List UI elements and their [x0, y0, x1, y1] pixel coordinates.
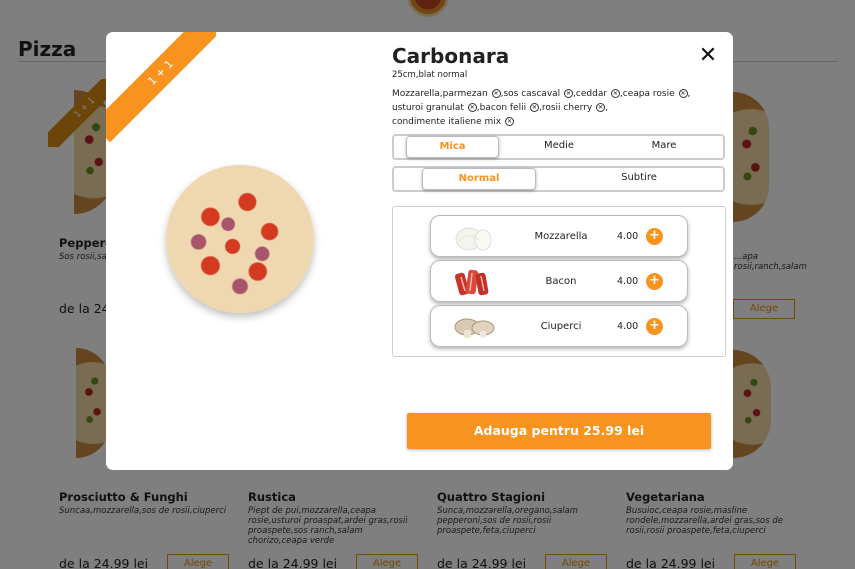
add-extra-icon[interactable]: +	[646, 273, 663, 290]
ingredient-chip[interactable]: bacon felii ✕,	[480, 103, 542, 113]
ingredient-chip[interactable]: Mozzarella,	[392, 89, 443, 99]
ingredient-chip[interactable]: ceddar ✕,	[576, 89, 623, 99]
size-option-mare[interactable]: Mare	[619, 136, 709, 158]
remove-ingredient-icon[interactable]: ✕	[491, 89, 501, 98]
size-selector: Mica Medie Mare	[392, 134, 725, 160]
ingredient-list: Mozzarella,parmezan ✕ ,sos cascaval ✕ ,ced…	[392, 87, 712, 129]
ingredient-label: ceapa rosie	[622, 89, 675, 99]
product-subtitle: 25cm,blat normal	[392, 70, 468, 80]
crust-selector: Normal Subtire	[392, 166, 725, 192]
promo-ribbon: 1 + 1	[106, 32, 216, 142]
remove-ingredient-icon[interactable]: ✕	[529, 103, 539, 112]
mozzarella-image	[455, 227, 492, 251]
extra-name: Mozzarella	[534, 231, 588, 242]
ingredient-label: usturoi granulat	[392, 103, 464, 113]
extras-list: Mozzarella 4.00 + Bacon 4.00 + Ciuperci	[392, 206, 726, 357]
remove-ingredient-icon[interactable]: ✕	[467, 103, 477, 112]
ingredient-label: rosii cherry	[541, 103, 593, 113]
extra-price: 4.00	[617, 321, 639, 332]
product-title: Carbonara	[392, 44, 510, 68]
ingredient-chip[interactable]: sos cascaval ✕,	[503, 89, 576, 99]
remove-ingredient-icon[interactable]: ✕	[564, 89, 574, 98]
add-extra-icon[interactable]: +	[646, 318, 663, 335]
extra-item-bacon[interactable]: Bacon 4.00 +	[430, 260, 688, 302]
ingredient-chip[interactable]: ceapa rosie ✕,	[622, 89, 690, 99]
product-modal: 1 + 1 Carbonara 25cm,blat normal ✕ Mozza…	[106, 32, 733, 470]
extra-price: 4.00	[617, 276, 639, 287]
close-icon[interactable]: ✕	[696, 44, 720, 68]
promo-ribbon-label: 1 + 1	[106, 32, 216, 142]
pizza-image	[166, 165, 314, 313]
extra-name: Ciuperci	[540, 321, 582, 332]
ingredient-chip[interactable]: usturoi granulat ✕,	[392, 103, 480, 113]
bacon-image	[454, 269, 489, 296]
mushroom-image	[454, 318, 495, 338]
remove-ingredient-icon[interactable]: ✕	[678, 89, 688, 98]
crust-option-normal[interactable]: Normal	[422, 168, 536, 190]
ingredient-label: sos cascaval	[503, 89, 561, 99]
extra-price: 4.00	[617, 231, 639, 242]
size-option-mica[interactable]: Mica	[406, 136, 499, 158]
ingredient-chip[interactable]: condimente italiene mix ✕	[392, 117, 514, 127]
ingredient-label: bacon felii	[479, 103, 527, 113]
extra-item-ciuperci[interactable]: Ciuperci 4.00 +	[430, 305, 688, 347]
remove-ingredient-icon[interactable]: ✕	[610, 89, 620, 98]
remove-ingredient-icon[interactable]: ✕	[596, 103, 606, 112]
ingredient-label: condimente italiene mix	[392, 117, 502, 127]
add-to-cart-button[interactable]: Adauga pentru 25.99 lei	[407, 413, 711, 449]
add-extra-icon[interactable]: +	[646, 228, 663, 245]
ingredient-label: Mozzarella	[392, 89, 440, 99]
extra-item-mozzarella[interactable]: Mozzarella 4.00 +	[430, 215, 688, 257]
crust-option-subtire[interactable]: Subtire	[536, 168, 733, 190]
ingredient-chip[interactable]: rosii cherry ✕,	[542, 103, 608, 113]
remove-ingredient-icon[interactable]: ✕	[504, 117, 514, 126]
extra-name: Bacon	[545, 276, 577, 287]
ingredient-label: ceddar	[575, 89, 608, 99]
ingredient-chip[interactable]: parmezan ✕,	[442, 89, 503, 99]
size-option-medie[interactable]: Medie	[499, 136, 619, 158]
ingredient-label: parmezan	[442, 89, 488, 99]
